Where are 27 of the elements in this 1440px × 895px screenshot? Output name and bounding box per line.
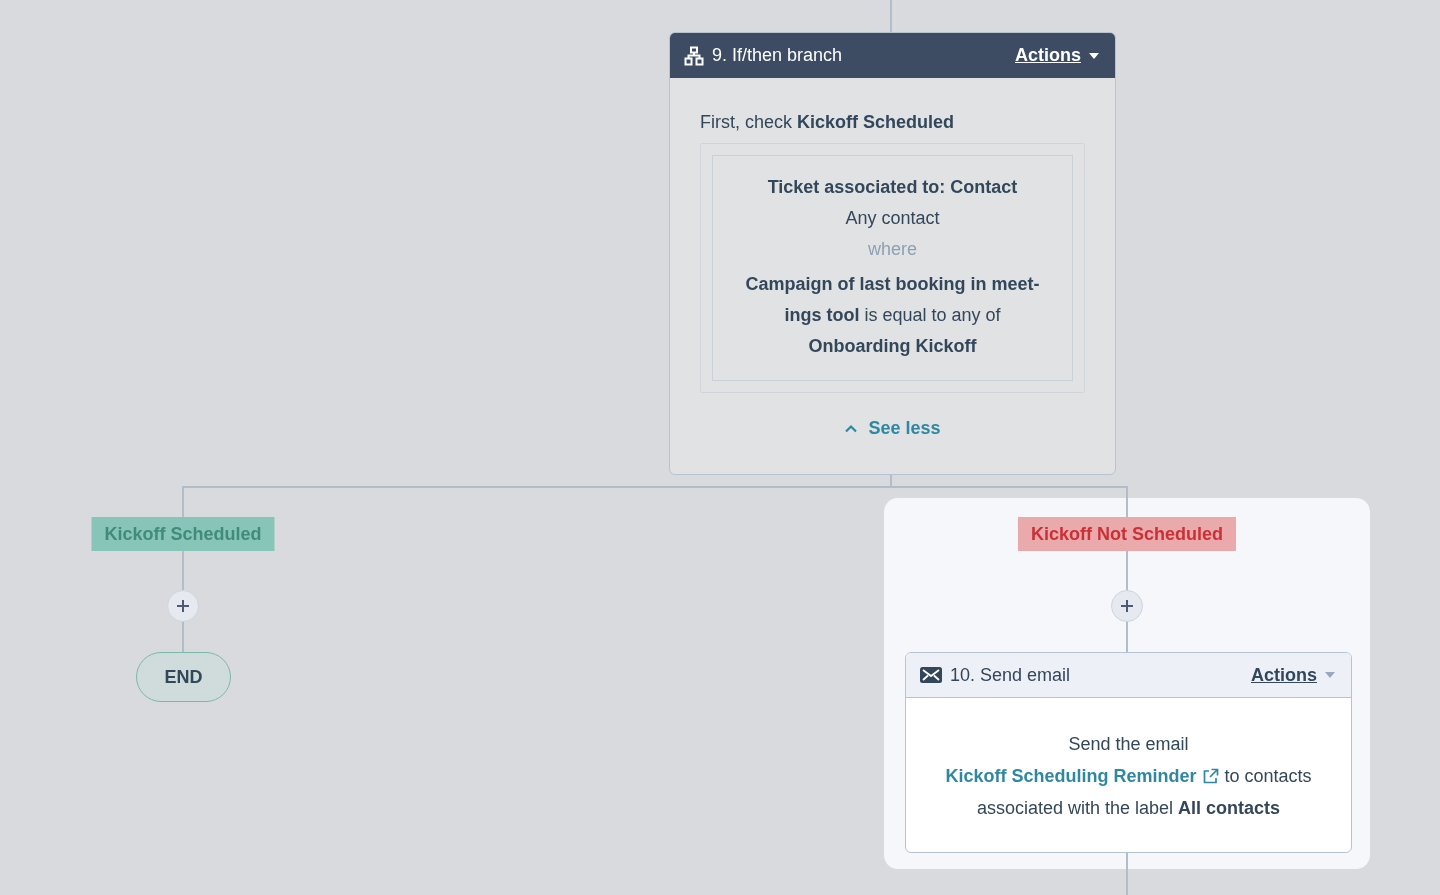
end-node: END xyxy=(136,652,231,702)
caret-icon xyxy=(1089,52,1099,59)
external-link-icon xyxy=(1202,767,1220,785)
actions-dropdown[interactable]: Actions xyxy=(1251,664,1335,686)
actions-dropdown[interactable]: Actions xyxy=(1015,45,1099,66)
condition-object: Ticket associated to: Contact xyxy=(766,176,1019,199)
condition-rule: Campaign of last booking in meet-ings tool is equal to any of xyxy=(744,273,1041,327)
email-description: Send the email Kickoff Scheduling Reminder to contacts associated with the label All contacts xyxy=(944,733,1313,820)
plus-icon xyxy=(176,599,190,613)
branch-label: Kickoff Scheduled xyxy=(91,517,275,551)
card-title: 10. Send email xyxy=(950,664,1072,686)
caret-icon xyxy=(1325,672,1335,678)
branch-label: Kickoff Not Scheduled xyxy=(1018,517,1236,551)
condition-joiner: where xyxy=(867,238,918,261)
connector-line xyxy=(890,0,892,33)
branch-description: First, check Kickoff Scheduled xyxy=(700,112,956,133)
branch-action-card[interactable]: 9. If/then branch Actions First, check Kickoff Scheduled Ticket associated to: Contact Any contact where Campaign of last booking in meet-ings tool is equal to any of Onboarding Kickoff See less xyxy=(669,32,1116,475)
branch-icon xyxy=(684,45,704,66)
condition-value: Onboarding Kickoff xyxy=(807,335,978,358)
chevron-up-icon xyxy=(844,424,859,433)
email-action-card[interactable]: 10. Send email Actions Send the email Kickoff Scheduling Reminder to contacts associated with the label All contacts xyxy=(905,652,1352,853)
envelope-icon xyxy=(920,667,942,683)
plus-icon xyxy=(1120,599,1134,613)
card-title: 9. If/then branch xyxy=(712,45,844,66)
condition-quantifier: Any contact xyxy=(844,207,941,230)
email-link[interactable]: Kickoff Scheduling Reminder xyxy=(945,760,1220,792)
add-step-button[interactable] xyxy=(167,590,199,622)
